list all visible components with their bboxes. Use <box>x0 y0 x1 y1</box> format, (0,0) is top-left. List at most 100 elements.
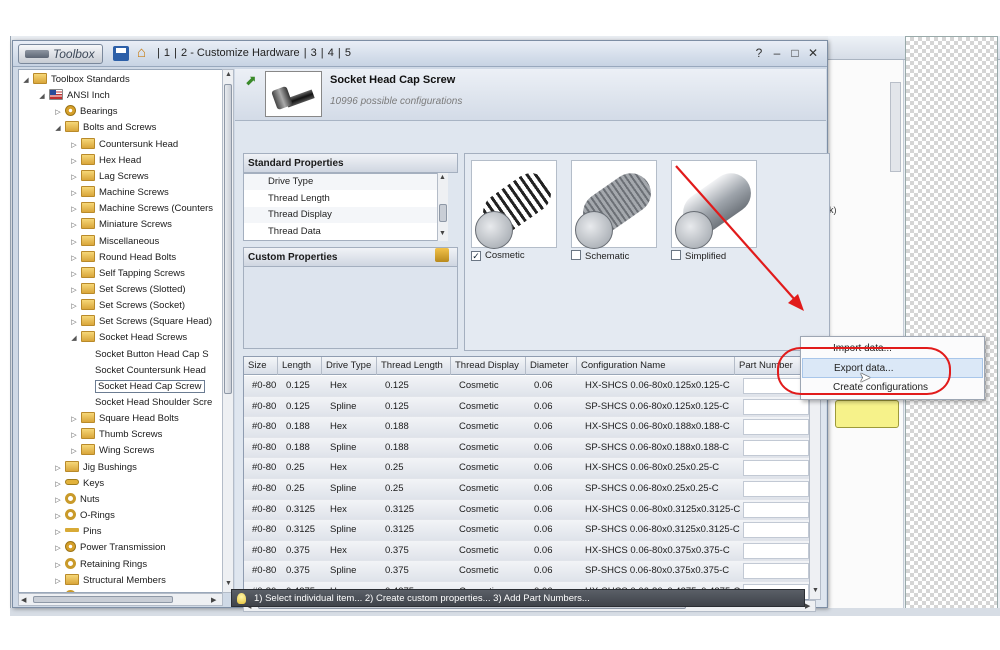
minimize-button[interactable]: – <box>769 45 785 61</box>
expand-toggle-icon[interactable]: ▷ <box>53 509 63 525</box>
scroll-down-icon[interactable]: ▼ <box>812 587 819 594</box>
scroll-left-icon[interactable]: ◀ <box>21 596 26 604</box>
standard-property-item[interactable]: Thread Data <box>244 224 444 240</box>
expand-toggle-icon[interactable]: ▷ <box>69 138 79 154</box>
cosmetic-option[interactable]: ✓ Cosmetic <box>471 250 525 261</box>
table-row[interactable]: #0-80 0.125 Spline 0.125 Cosmetic 0.06 SP-SHCS… <box>244 396 815 418</box>
tree-item[interactable]: ▷ Hex Head <box>69 153 141 169</box>
step-3-link[interactable]: 3 <box>311 47 317 59</box>
scroll-up-icon[interactable]: ▲ <box>225 71 232 78</box>
tree-item[interactable]: ▷ Nuts <box>53 492 100 508</box>
schematic-option[interactable]: Schematic <box>571 250 629 262</box>
tree-item[interactable]: ▷ O-Rings <box>53 508 115 524</box>
column-header[interactable]: Diameter <box>526 357 577 375</box>
tree-horizontal-scrollbar[interactable]: ◀ ▶ <box>18 593 223 606</box>
scroll-down-icon[interactable]: ▼ <box>439 230 446 237</box>
column-header[interactable]: Configuration Name <box>577 357 735 375</box>
expand-toggle-icon[interactable]: ▷ <box>69 235 79 251</box>
part-number-input[interactable] <box>743 439 809 456</box>
table-row[interactable]: #0-80 0.188 Hex 0.188 Cosmetic 0.06 HX-SHCS 0.… <box>244 417 815 438</box>
expand-toggle-icon[interactable]: ▷ <box>69 154 79 170</box>
tree-item[interactable]: ▷ Set Screws (Socket) <box>69 298 185 314</box>
tree-item[interactable]: Socket Button Head Cap S <box>85 347 209 363</box>
expand-toggle-icon[interactable]: ▷ <box>53 574 63 590</box>
table-row[interactable]: #0-80 0.3125 Spline 0.3125 Cosmetic 0.06 SP-SH… <box>244 520 815 541</box>
tree-item[interactable]: ▷ Countersunk Head <box>69 137 178 153</box>
column-header[interactable]: Drive Type <box>322 357 377 375</box>
part-number-input[interactable] <box>743 522 809 539</box>
dialog-titlebar[interactable]: Toolbox ⌂ | 1 | 2 - Customize Hardware |… <box>13 41 827 67</box>
tree-scroll-thumb[interactable] <box>224 84 232 394</box>
tree-item[interactable]: Socket Countersunk Head <box>85 363 206 379</box>
tree-item[interactable]: ▷ Machine Screws <box>69 185 169 201</box>
part-number-input[interactable] <box>743 398 809 415</box>
schematic-checkbox[interactable] <box>571 250 581 260</box>
table-row[interactable]: #0-80 0.375 Spline 0.375 Cosmetic 0.06 SP-SHCS… <box>244 561 815 582</box>
step-1-link[interactable]: 1 <box>164 47 170 59</box>
tree-item[interactable]: ▷ Square Head Bolts <box>69 411 179 427</box>
expand-toggle-icon[interactable]: ▷ <box>53 541 63 557</box>
background-yellow-button[interactable] <box>835 400 899 428</box>
background-scrollbar[interactable] <box>890 82 901 172</box>
tree-item[interactable]: ▷ Set Screws (Slotted) <box>69 282 186 298</box>
tree-item[interactable]: ▷ Wing Screws <box>69 443 154 459</box>
scroll-up-icon[interactable]: ▲ <box>439 174 446 181</box>
tree-item[interactable]: ◢ Socket Head Screws <box>69 330 187 346</box>
expand-toggle-icon[interactable]: ▷ <box>69 186 79 202</box>
table-row[interactable]: #0-80 0.25 Hex 0.25 Cosmetic 0.06 HX-SHCS 0.06… <box>244 458 815 479</box>
close-button[interactable]: ✕ <box>805 45 821 61</box>
help-button[interactable]: ? <box>751 45 767 61</box>
tree-item[interactable]: ▷ Miscellaneous <box>69 234 159 250</box>
expand-toggle-icon[interactable]: ▷ <box>69 299 79 315</box>
tree-item[interactable]: Socket Head Shoulder Scre <box>85 395 212 411</box>
schematic-preview[interactable] <box>571 160 659 249</box>
expand-toggle-icon[interactable]: ▷ <box>53 461 63 477</box>
standard-properties-scroll-thumb[interactable] <box>439 204 447 222</box>
step-2-link[interactable]: 2 - Customize Hardware <box>181 47 300 59</box>
tree-item[interactable]: ◢ Toolbox Standards <box>21 72 130 88</box>
table-row[interactable]: #0-80 0.25 Spline 0.25 Cosmetic 0.06 SP-SHCS 0… <box>244 479 815 500</box>
expand-toggle-icon[interactable]: ▷ <box>53 493 63 509</box>
column-header[interactable]: Thread Length <box>377 357 451 375</box>
tree-item[interactable]: ▷ Jig Bushings <box>53 460 137 476</box>
expand-toggle-icon[interactable]: ▷ <box>53 525 63 541</box>
expand-toggle-icon[interactable]: ▷ <box>69 170 79 186</box>
tree-item[interactable]: Socket Head Cap Screw <box>85 379 205 395</box>
table-row[interactable]: #0-80 0.375 Hex 0.375 Cosmetic 0.06 HX-SHCS 0.… <box>244 540 815 562</box>
expand-toggle-icon[interactable]: ▷ <box>69 315 79 331</box>
cosmetic-checkbox[interactable]: ✓ <box>471 251 481 261</box>
scroll-right-icon[interactable]: ▶ <box>805 602 810 610</box>
expand-toggle-icon[interactable]: ▷ <box>69 283 79 299</box>
table-row[interactable]: #0-80 0.188 Spline 0.188 Cosmetic 0.06 SP-SHCS… <box>244 437 815 459</box>
expand-toggle-icon[interactable]: ◢ <box>21 73 31 89</box>
tree-item[interactable]: ▷ Self Tapping Screws <box>69 266 185 282</box>
part-number-input[interactable] <box>743 542 809 559</box>
tree-item[interactable]: ▷ Retaining Rings <box>53 557 147 573</box>
expand-toggle-icon[interactable]: ▷ <box>53 105 63 121</box>
tree-item[interactable]: ◢ ANSI Inch <box>37 88 110 104</box>
expand-toggle-icon[interactable]: ▷ <box>69 428 79 444</box>
table-row[interactable]: #0-80 0.125 Hex 0.125 Cosmetic 0.06 HX-SHCS 0.… <box>244 376 815 397</box>
insert-arrow-icon[interactable]: ⬈ <box>245 73 259 87</box>
tree-hscroll-thumb[interactable] <box>33 596 173 603</box>
tree-item[interactable]: ▷ Structural Members <box>53 573 166 589</box>
table-row[interactable]: #0-80 0.3125 Hex 0.3125 Cosmetic 0.06 HX-SHCS … <box>244 499 815 521</box>
expand-toggle-icon[interactable]: ◢ <box>37 89 47 105</box>
expand-toggle-icon[interactable]: ▷ <box>69 218 79 234</box>
tree-item[interactable]: ▷ Machine Screws (Counters <box>69 201 213 217</box>
standard-property-item[interactable]: Thread Display <box>244 207 444 223</box>
part-number-input[interactable] <box>743 460 809 477</box>
column-header[interactable]: Size <box>244 357 278 375</box>
expand-toggle-icon[interactable]: ◢ <box>53 121 63 137</box>
table-vertical-scrollbar[interactable]: ▼ <box>809 374 821 600</box>
tree-item[interactable]: ▷ Thumb Screws <box>69 427 162 443</box>
tree-item[interactable]: ▷ Power Transmission <box>53 540 166 556</box>
expand-toggle-icon[interactable]: ▷ <box>53 558 63 574</box>
column-header[interactable]: Length <box>278 357 322 375</box>
expand-toggle-icon[interactable]: ▷ <box>53 477 63 493</box>
column-header[interactable]: Thread Display <box>451 357 526 375</box>
tree-item[interactable]: ▷ Miniature Screws <box>69 217 172 233</box>
step-4-link[interactable]: 4 <box>328 47 334 59</box>
tree-item[interactable]: ▷ Round Head Bolts <box>69 250 176 266</box>
simplified-checkbox[interactable] <box>671 250 681 260</box>
